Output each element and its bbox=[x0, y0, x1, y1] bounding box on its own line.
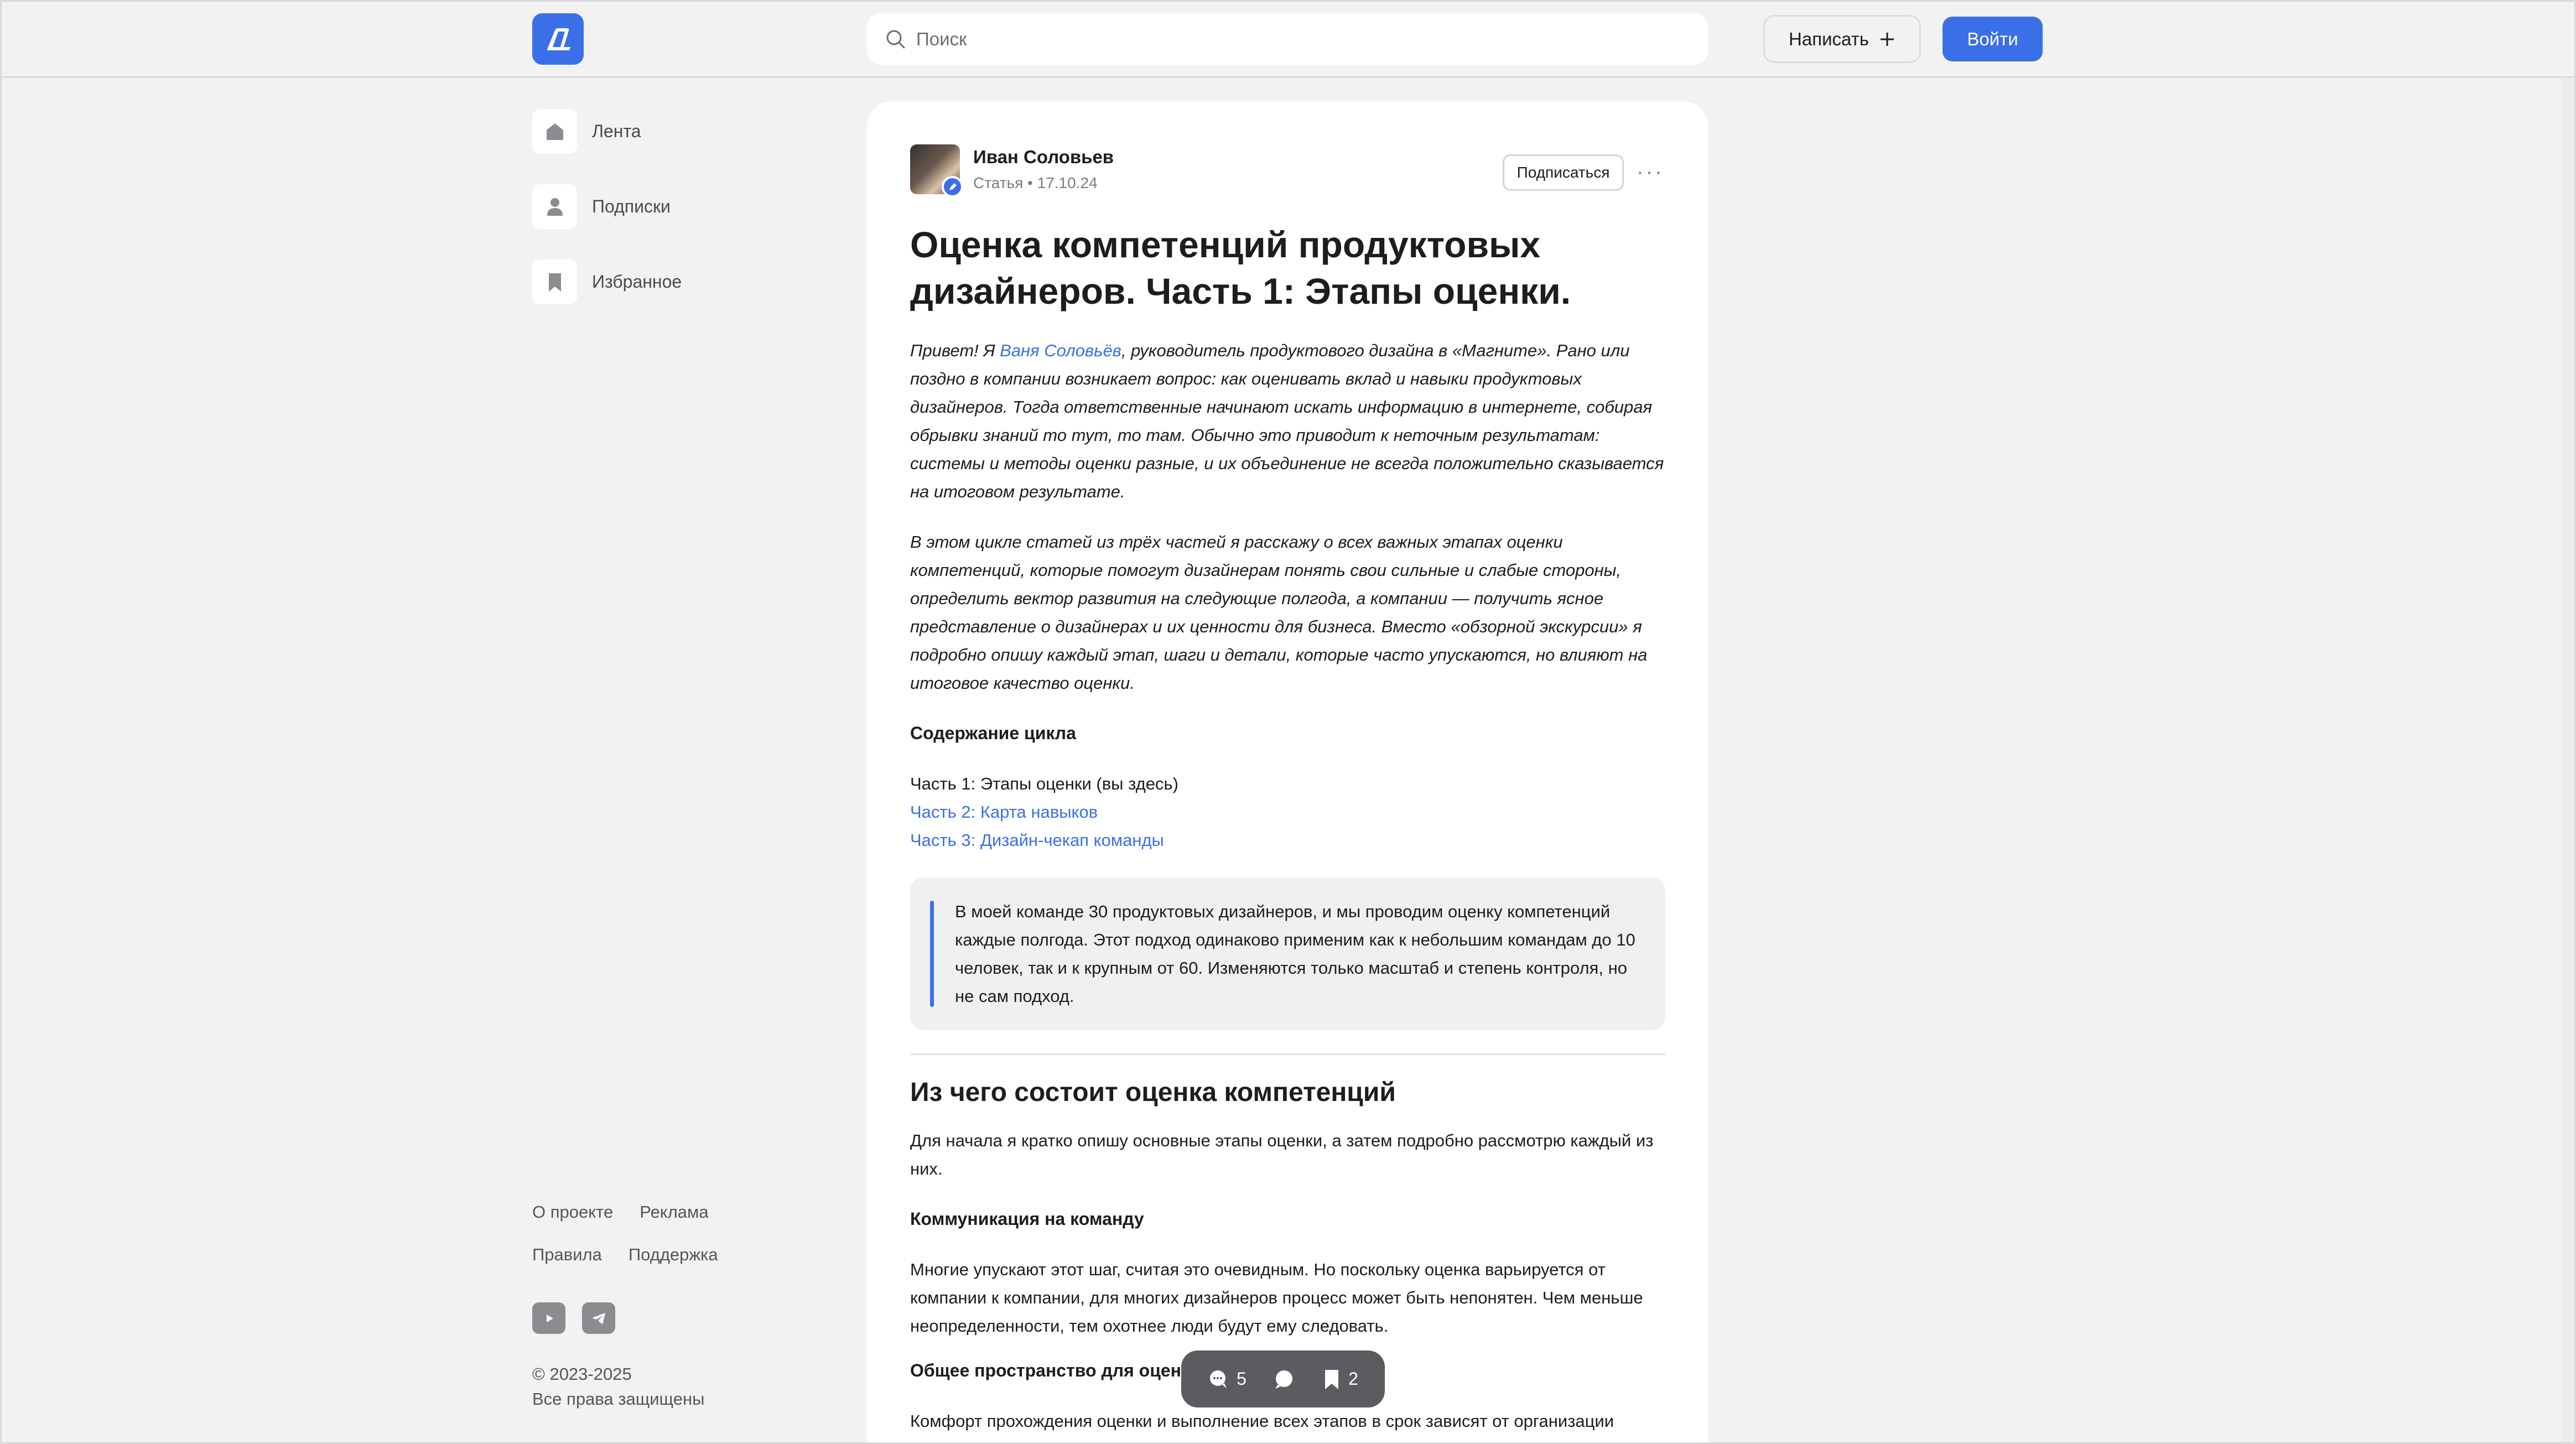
comments-count: 5 bbox=[1237, 1369, 1247, 1389]
quote-text: В моей команде 30 продуктовых дизайнеров… bbox=[955, 902, 1635, 1006]
toc-heading: Содержание цикла bbox=[910, 723, 1076, 743]
sidebar-item-label: Избранное bbox=[592, 272, 682, 292]
verified-badge-icon bbox=[942, 176, 963, 198]
section-heading: Из чего состоит оценка компетенций bbox=[910, 1078, 1396, 1107]
communication-paragraph: Многие упускают этот шаг, считая это оче… bbox=[910, 1260, 1643, 1336]
footer-link-rules[interactable]: Правила bbox=[532, 1245, 602, 1265]
footer-link-support[interactable]: Поддержка bbox=[629, 1245, 718, 1265]
reply-button[interactable] bbox=[1273, 1368, 1295, 1390]
search-input[interactable]: Поиск bbox=[916, 29, 967, 50]
intro-prefix: Привет! Я bbox=[910, 341, 1000, 360]
more-options-icon[interactable]: ··· bbox=[1637, 161, 1664, 183]
chat-bubble-icon bbox=[1275, 1370, 1292, 1389]
copyright: © 2023-2025 Все права защищены bbox=[532, 1362, 704, 1411]
youtube-icon[interactable] bbox=[532, 1302, 565, 1334]
logo-icon bbox=[547, 28, 570, 50]
footer-link-ads[interactable]: Реклама bbox=[640, 1202, 708, 1222]
author-name[interactable]: Иван Соловьев bbox=[973, 147, 1114, 168]
sidebar-item-favorites[interactable]: Избранное bbox=[532, 259, 682, 304]
scrollbar[interactable] bbox=[2561, 0, 2576, 1444]
bookmark-icon bbox=[532, 259, 577, 304]
footer-links-row2: Правила Поддержка bbox=[532, 1245, 718, 1265]
sidebar-item-label: Лента bbox=[592, 121, 641, 141]
toc-list: Часть 1: Этапы оценки (вы здесь) Часть 2… bbox=[910, 770, 1665, 854]
toc-link-part2[interactable]: Часть 2: Карта навыков bbox=[910, 798, 1665, 826]
top-bar: Поиск Написать Войти bbox=[0, 0, 2576, 78]
comments-button[interactable]: 5 bbox=[1208, 1368, 1247, 1390]
quote-accent-bar bbox=[930, 901, 934, 1007]
section-paragraph: Для начала я кратко опишу основные этапы… bbox=[910, 1131, 1654, 1178]
write-button[interactable]: Написать bbox=[1763, 15, 1921, 63]
sidebar-item-feed[interactable]: Лента bbox=[532, 109, 641, 154]
article-title: Оценка компетенций продуктовых дизайнеро… bbox=[910, 224, 1571, 311]
write-button-label: Написать bbox=[1789, 28, 1869, 49]
home-icon bbox=[532, 109, 577, 154]
logo[interactable] bbox=[532, 13, 584, 65]
copyright-rights: Все права защищены bbox=[532, 1389, 705, 1409]
search-icon bbox=[886, 30, 905, 48]
article-type-date: Статья • 17.10.24 bbox=[973, 174, 1098, 191]
intro-suffix: , руководитель продуктового дизайна в «М… bbox=[910, 341, 1664, 501]
copyright-years: © 2023-2025 bbox=[532, 1364, 632, 1384]
login-button[interactable]: Войти bbox=[1943, 17, 2043, 61]
sidebar-item-subscriptions[interactable]: Подписки bbox=[532, 184, 671, 229]
subheading-communication: Коммуникация на команду bbox=[910, 1209, 1144, 1229]
search-bar[interactable]: Поиск bbox=[867, 13, 1708, 65]
footer-link-about[interactable]: О проекте bbox=[532, 1202, 613, 1222]
comments-icon bbox=[1210, 1370, 1227, 1388]
author-meta: Иван Соловьев Статья • 17.10.24 bbox=[973, 147, 1114, 192]
blockquote: В моей команде 30 продуктовых дизайнеров… bbox=[910, 877, 1665, 1030]
toc-link-part3[interactable]: Часть 3: Дизайн-чекап команды bbox=[910, 826, 1665, 854]
author-link[interactable]: Ваня Соловьёв bbox=[1000, 341, 1121, 360]
footer-links-row1: О проекте Реклама bbox=[532, 1202, 709, 1222]
series-paragraph: В этом цикле статей из трёх частей я рас… bbox=[910, 532, 1648, 693]
subscribe-button[interactable]: Подписаться bbox=[1503, 154, 1624, 191]
avatar[interactable] bbox=[910, 144, 963, 198]
toc-item-current: Часть 1: Этапы оценки (вы здесь) bbox=[910, 774, 1178, 793]
bookmarks-count: 2 bbox=[1348, 1369, 1358, 1389]
divider bbox=[910, 1053, 1665, 1055]
person-icon bbox=[532, 184, 577, 229]
bookmark-icon bbox=[1325, 1369, 1339, 1389]
article-body: Оценка компетенций продуктовых дизайнеро… bbox=[910, 221, 1665, 1435]
social-links bbox=[532, 1302, 615, 1334]
plus-icon bbox=[1880, 32, 1894, 46]
shared-space-paragraph: Комфорт прохождения оценки и выполнение … bbox=[910, 1411, 1614, 1431]
sidebar-item-label: Подписки bbox=[592, 196, 671, 216]
telegram-icon[interactable] bbox=[582, 1302, 615, 1334]
author-block[interactable]: Иван Соловьев Статья • 17.10.24 bbox=[910, 144, 1114, 198]
floating-action-bar: 5 2 bbox=[1181, 1350, 1385, 1407]
intro-paragraph: Привет! Я Ваня Соловьёв, руководитель пр… bbox=[910, 336, 1665, 506]
bookmark-button[interactable]: 2 bbox=[1322, 1368, 1358, 1390]
